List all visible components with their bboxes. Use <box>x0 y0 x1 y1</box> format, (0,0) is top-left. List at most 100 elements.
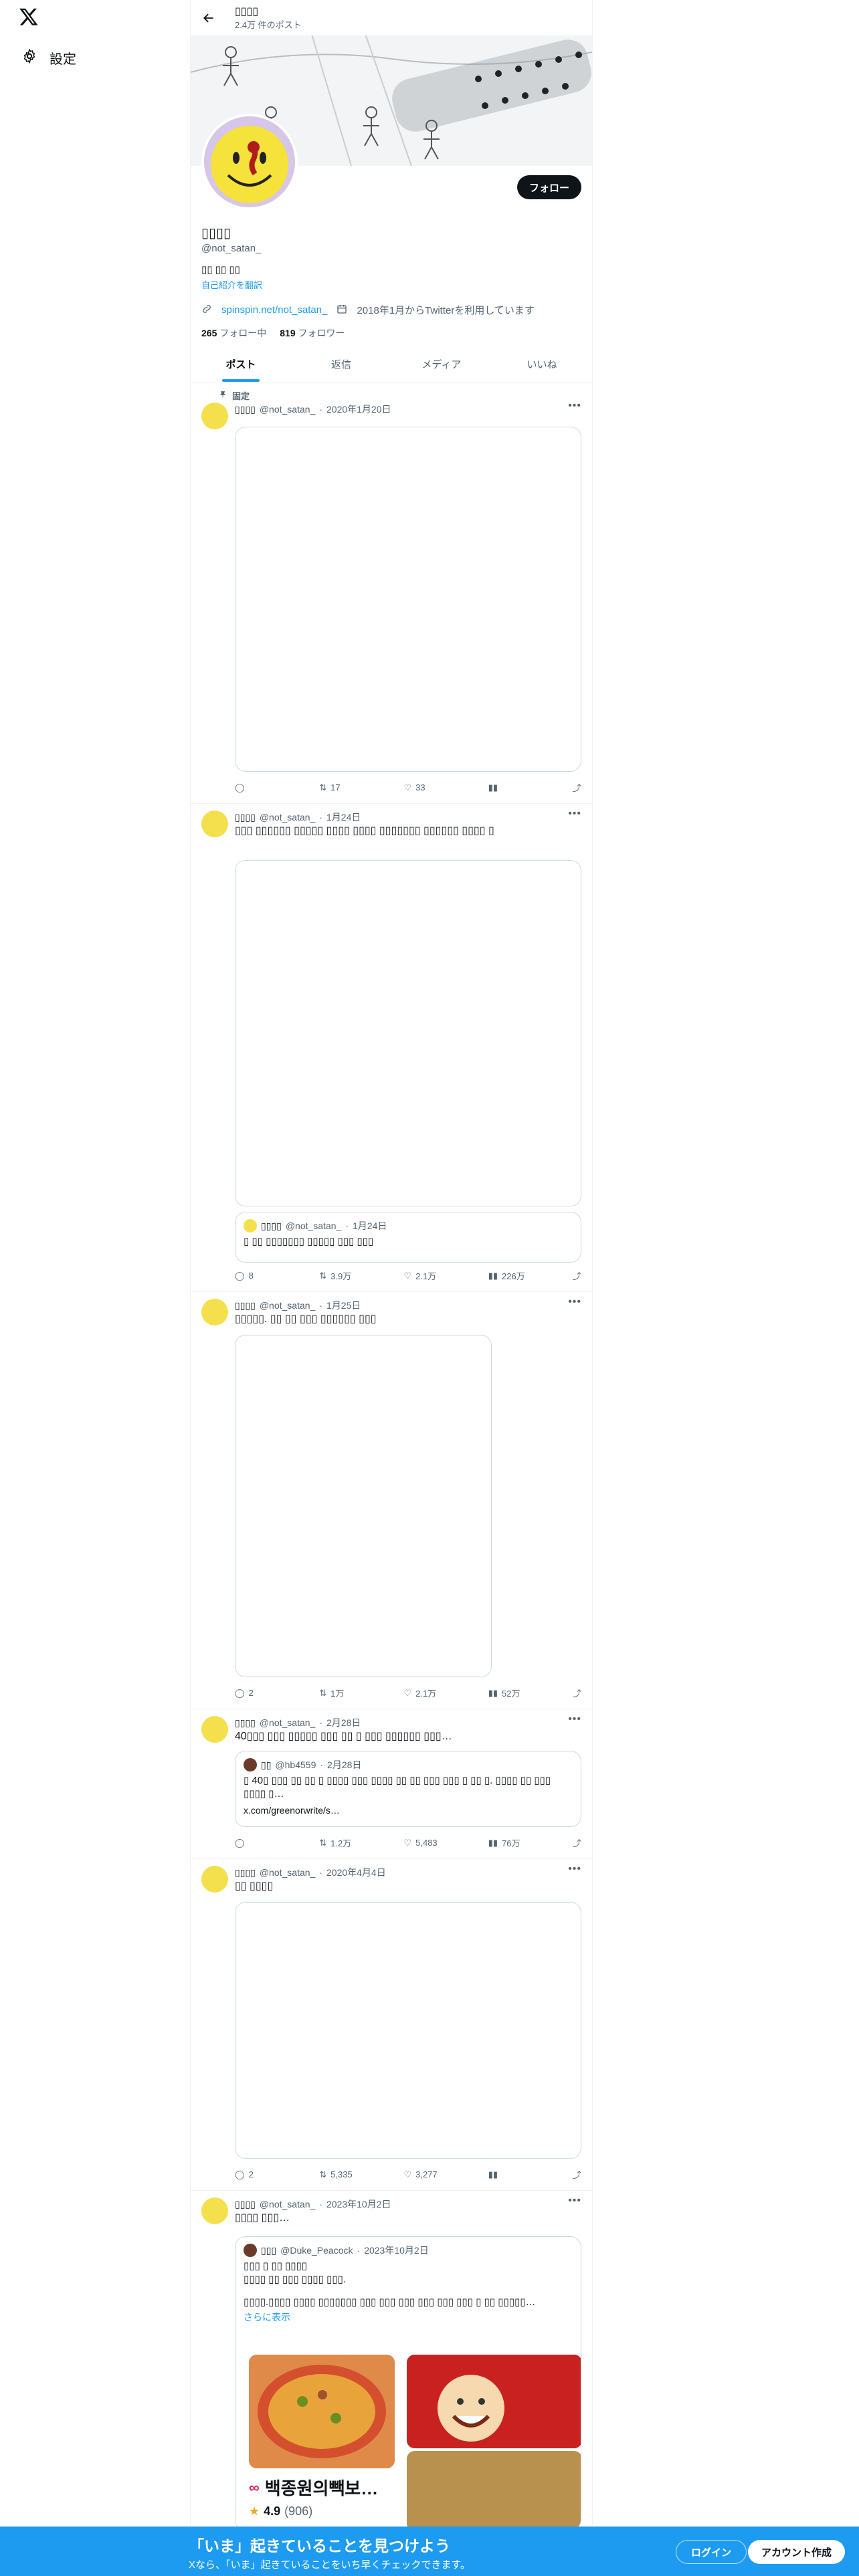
repost-button[interactable]: ⇅ 3.9万 <box>319 1269 393 1282</box>
more-icon[interactable]: ••• <box>568 808 581 820</box>
repost-button[interactable]: ⇅ 1.2万 <box>319 1836 393 1849</box>
back-arrow-icon[interactable] <box>201 11 216 25</box>
post-text: ▯▯▯ ▯▯▯▯▯▯ ▯▯▯▯▯ ▯▯▯▯ ▯▯▯▯ ▯▯▯▯▯▯▯ ▯▯▯▯▯… <box>235 825 494 837</box>
quote-url[interactable]: x.com/greenorwrite/s… <box>244 1804 573 1817</box>
more-icon[interactable]: ••• <box>568 1713 581 1725</box>
share-button[interactable]: ⤴ <box>573 1836 581 1849</box>
banner-title: 「いま」起きていることを見つけよう <box>189 2537 450 2555</box>
post-media[interactable] <box>235 1335 492 1677</box>
post-author-handle[interactable]: @not_satan_ <box>260 1300 316 1311</box>
avatar[interactable] <box>201 1716 228 1743</box>
reply-button[interactable]: ◯ 2 <box>235 2168 308 2181</box>
post[interactable]: 固定 ▯▯▯▯ @not_satan_ · 2020年1月20日 ••• ◯ ⇅… <box>191 383 592 804</box>
quoted-post[interactable]: ▯▯ @hb4559 · 2月28日 ▯ 40▯ ▯▯▯ ▯▯ ▯▯ ▯ ▯▯▯… <box>235 1751 581 1827</box>
post-author-name[interactable]: ▯▯▯▯ <box>235 404 256 415</box>
login-button[interactable]: ログイン <box>676 2540 747 2564</box>
like-button[interactable]: ♡ 3,277 <box>403 2168 477 2181</box>
translate-bio-link[interactable]: 自己紹介を翻訳 <box>201 278 581 291</box>
like-button[interactable]: ♡ 33 <box>403 781 477 794</box>
post[interactable]: ▯▯▯▯ @not_satan_ · 2020年4月4日 ••• ▯▯ ▯▯▯▯… <box>191 1859 592 2191</box>
repost-button[interactable]: ⇅ 5,335 <box>319 2168 393 2181</box>
post-author-handle[interactable]: @not_satan_ <box>260 812 316 823</box>
reply-icon: ◯ <box>235 1270 245 1281</box>
like-icon: ♡ <box>403 2169 412 2179</box>
more-icon[interactable]: ••• <box>568 1863 581 1875</box>
post-media[interactable] <box>235 427 581 772</box>
share-button[interactable]: ⤴ <box>573 1269 581 1282</box>
avatar[interactable] <box>201 1299 228 1325</box>
post-date[interactable]: 2020年4月4日 <box>326 1866 386 1879</box>
reply-button[interactable]: ◯ 8 <box>235 1269 308 1282</box>
post[interactable]: ▯▯▯▯ @not_satan_ · 1月25日 ••• ▯▯▯▯▯. ▯▯ ▯… <box>191 1292 592 1709</box>
repost-button[interactable]: ⇅ 17 <box>319 781 393 794</box>
follow-button[interactable]: フォロー <box>516 175 581 199</box>
post-date[interactable]: 1月24日 <box>326 811 361 824</box>
following-stat[interactable]: 265 フォロー中 <box>201 326 266 340</box>
avatar[interactable] <box>201 811 228 837</box>
nav-settings[interactable]: 設定 <box>13 43 84 72</box>
card-image-food[interactable] <box>407 2451 581 2530</box>
views-button[interactable]: ▮▮ 226万 <box>488 1269 562 1282</box>
post-author-name[interactable]: ▯▯▯▯ <box>235 1300 256 1311</box>
card-image-pizza[interactable] <box>249 2355 395 2468</box>
post[interactable]: ▯▯▯▯ @not_satan_ · 2月28日 ••• 40▯▯▯ ▯▯▯ ▯… <box>191 1709 592 1859</box>
post-author-handle[interactable]: @not_satan_ <box>260 404 316 415</box>
post-date[interactable]: 2月28日 <box>326 1716 361 1729</box>
profile-avatar[interactable] <box>201 114 298 210</box>
profile-link[interactable]: spinspin.net/not_satan_ <box>221 304 327 316</box>
show-more-link[interactable]: さらに表示 <box>244 2311 573 2324</box>
share-button[interactable]: ⤴ <box>573 2168 581 2181</box>
tab-replies[interactable]: 返信 <box>291 346 391 382</box>
repost-button[interactable]: ⇅ 1万 <box>319 1687 393 1699</box>
quoted-post[interactable]: ▯▯▯▯ @not_satan_ · 1月24日 ▯ ▯▯ ▯▯▯▯▯▯▯ ▯▯… <box>235 1212 581 1263</box>
views-button[interactable]: ▮▮ 52万 <box>488 1687 562 1699</box>
card-title-row[interactable]: ∞ 백종원의빽보… <box>249 2475 378 2500</box>
views-button[interactable]: ▮▮ <box>488 2168 562 2181</box>
share-button[interactable]: ⤴ <box>573 1687 581 1699</box>
post-date[interactable]: 2020年1月20日 <box>326 403 391 416</box>
star-icon: ★ <box>249 2504 260 2518</box>
avatar[interactable] <box>201 2197 228 2224</box>
avatar[interactable] <box>201 1866 228 1893</box>
more-icon[interactable]: ••• <box>568 2195 581 2207</box>
reply-button[interactable]: ◯ <box>235 1836 308 1849</box>
reply-count: 2 <box>248 1688 254 1698</box>
tab-likes[interactable]: いいね <box>492 346 592 382</box>
followers-stat[interactable]: 819 フォロワー <box>280 326 345 340</box>
post-author-handle[interactable]: @not_satan_ <box>260 1867 316 1878</box>
tab-posts[interactable]: ポスト <box>191 346 291 382</box>
share-icon: ⤴ <box>572 1689 581 1699</box>
like-count: 2.1万 <box>415 1689 437 1699</box>
repost-count: 1.2万 <box>330 1838 352 1848</box>
post-author-name[interactable]: ▯▯▯▯ <box>235 812 256 823</box>
views-button[interactable]: ▮▮ <box>488 781 562 794</box>
like-button[interactable]: ♡ 5,483 <box>403 1836 477 1849</box>
signup-banner: 「いま」起きていることを見つけよう Xなら、「いま」起きていることをいち早くチェ… <box>0 2527 859 2576</box>
post-date[interactable]: 1月25日 <box>326 1299 361 1312</box>
like-button[interactable]: ♡ 2.1万 <box>403 1687 477 1699</box>
signup-button[interactable]: アカウント作成 <box>748 2540 846 2564</box>
reply-button[interactable]: ◯ <box>235 781 308 794</box>
profile-name: ▯▯▯▯ <box>201 226 231 241</box>
avatar[interactable] <box>201 403 228 429</box>
post-author-name[interactable]: ▯▯▯▯ <box>235 1867 256 1879</box>
like-button[interactable]: ♡ 2.1万 <box>403 1269 477 1282</box>
post[interactable]: ▯▯▯▯ @not_satan_ · 1月24日 ••• ▯▯▯ ▯▯▯▯▯▯ … <box>191 804 592 1292</box>
reply-button[interactable]: ◯ 2 <box>235 1687 308 1699</box>
post-author-handle[interactable]: @not_satan_ <box>260 2199 316 2210</box>
x-logo-icon[interactable] <box>19 7 40 28</box>
post-date[interactable]: 2023年10月2日 <box>326 2197 391 2211</box>
post-media[interactable] <box>235 1902 581 2159</box>
tab-media[interactable]: メディア <box>391 346 492 382</box>
post-author-name[interactable]: ▯▯▯▯ <box>235 1717 256 1729</box>
card-image-logo[interactable] <box>407 2355 581 2448</box>
post[interactable]: ▯▯▯▯ @not_satan_ · 2023年10月2日 ••• ▯▯▯▯ ▯… <box>191 2191 592 2531</box>
quoted-post[interactable]: ▯▯▯ @Duke_Peacock · 2023年10月2日 ▯▯▯ ▯ ▯▯ … <box>235 2236 581 2531</box>
post-media[interactable] <box>235 860 581 1206</box>
more-icon[interactable]: ••• <box>568 1296 581 1308</box>
post-author-name[interactable]: ▯▯▯▯ <box>235 2199 256 2210</box>
share-button[interactable]: ⤴ <box>573 781 581 794</box>
views-button[interactable]: ▮▮ 76万 <box>488 1836 562 1849</box>
post-author-handle[interactable]: @not_satan_ <box>260 1717 316 1728</box>
more-icon[interactable]: ••• <box>568 400 581 412</box>
